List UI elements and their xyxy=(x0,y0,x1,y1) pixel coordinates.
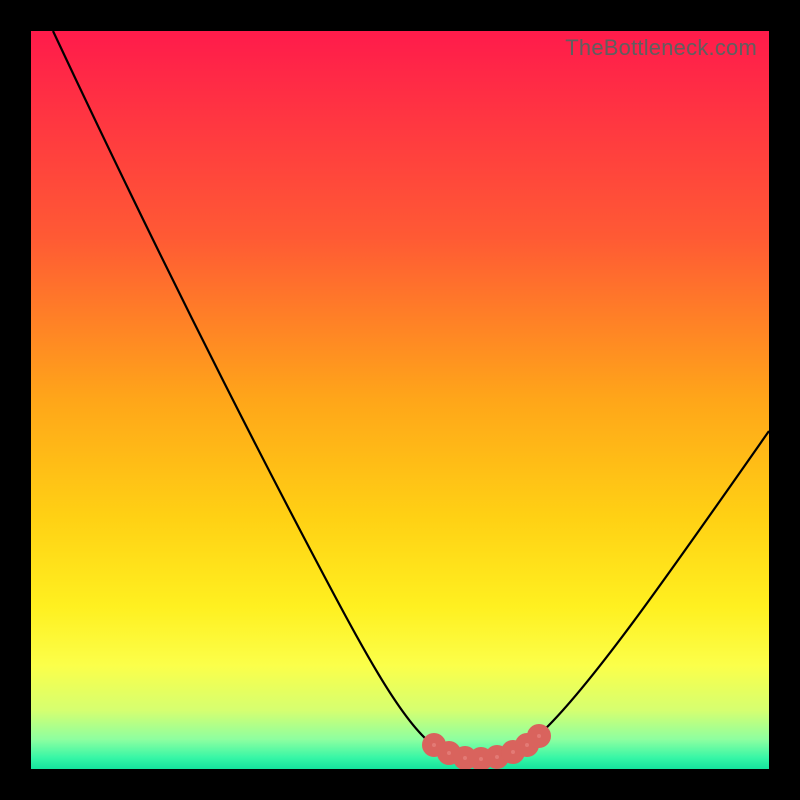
chart-frame: TheBottleneck.com xyxy=(0,0,800,800)
gradient-background xyxy=(31,31,769,769)
watermark-label: TheBottleneck.com xyxy=(565,35,757,61)
chart-svg xyxy=(31,31,769,769)
chart-plot-area: TheBottleneck.com xyxy=(31,31,769,769)
